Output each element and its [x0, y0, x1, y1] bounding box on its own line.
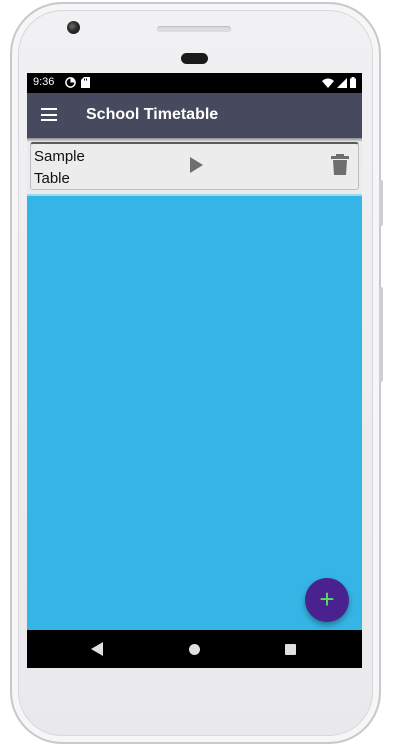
back-icon[interactable]: [90, 642, 104, 656]
add-timetable-button[interactable]: +: [305, 578, 349, 622]
home-icon[interactable]: [189, 644, 200, 655]
data-saver-icon: [65, 77, 76, 88]
list-divider: [27, 194, 362, 196]
earpiece-speaker: [157, 26, 231, 32]
list-item-title: Sample Table: [34, 148, 85, 187]
play-icon[interactable]: [185, 154, 207, 176]
signal-icon: [337, 77, 347, 88]
device-screen: 9:36 School Timetable Sample Table +: [27, 73, 362, 668]
app-title: School Timetable: [86, 106, 219, 123]
status-bar: 9:36: [27, 73, 362, 93]
volume-button[interactable]: [379, 287, 383, 382]
timetable-list: Sample Table: [27, 138, 362, 194]
status-time: 9:36: [33, 76, 55, 88]
wifi-icon: [322, 78, 334, 88]
proximity-sensor: [181, 53, 208, 64]
status-right-icons: [322, 77, 356, 88]
navigation-bar: [27, 630, 362, 668]
front-camera: [67, 21, 80, 34]
battery-icon: [350, 77, 356, 88]
app-bar-shadow: [27, 138, 362, 142]
list-item[interactable]: Sample Table: [30, 142, 359, 190]
delete-icon[interactable]: [328, 152, 352, 176]
recents-icon[interactable]: [285, 644, 296, 655]
hamburger-menu-icon[interactable]: [41, 108, 57, 121]
power-button[interactable]: [379, 180, 383, 226]
app-bar: School Timetable: [27, 93, 362, 138]
sd-card-icon: [81, 77, 90, 88]
status-left-icons: [65, 77, 90, 88]
